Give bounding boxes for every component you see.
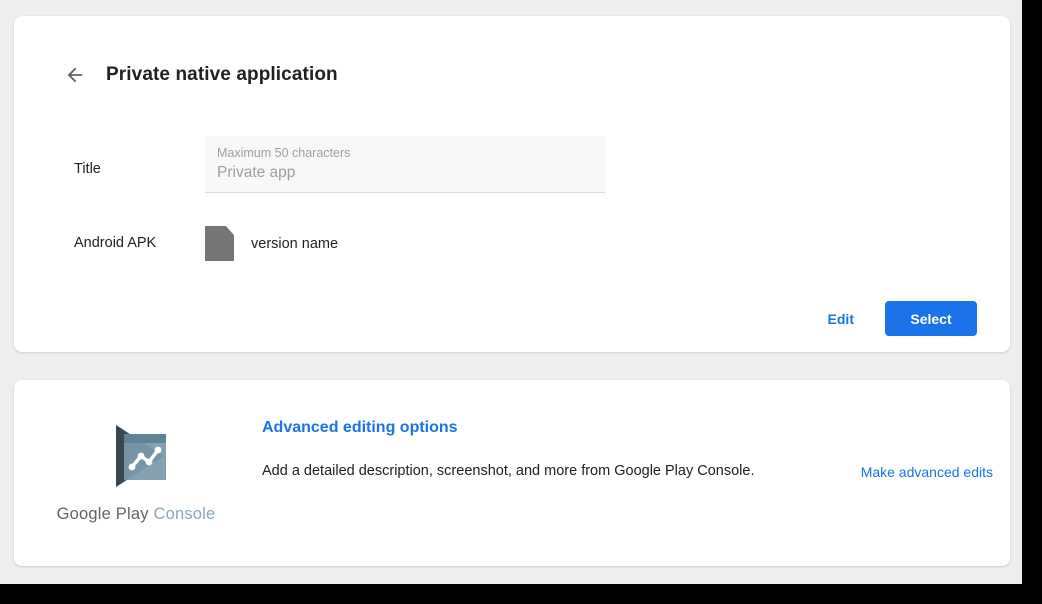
page-title: Private native application — [106, 64, 338, 85]
advanced-text-block: Advanced editing options Add a detailed … — [262, 419, 832, 481]
bottom-black-strip — [0, 584, 1042, 604]
apk-version-name: version name — [251, 235, 339, 252]
advanced-editing-heading[interactable]: Advanced editing options — [262, 419, 458, 437]
card-header: Private native application — [58, 58, 338, 92]
advanced-link-wrapper: Make advanced edits — [861, 464, 993, 482]
arrow-left-icon — [64, 64, 86, 86]
make-advanced-edits-link[interactable]: Make advanced edits — [861, 464, 993, 480]
google-play-console-logo-block: Google Play Console — [38, 412, 234, 524]
app-details-card: Private native application Title Maximum… — [14, 16, 1010, 352]
right-black-strip — [1022, 0, 1042, 604]
wordmark-secondary: Console — [153, 505, 216, 523]
card-actions: Edit Select — [824, 301, 977, 336]
title-input-hint: Maximum 50 characters — [217, 146, 351, 160]
apk-value-group: version name — [205, 226, 338, 261]
field-row-android-apk: Android APK version name — [74, 226, 338, 261]
google-play-console-wordmark: Google Play Console — [57, 505, 216, 524]
title-field-label: Title — [74, 161, 101, 177]
page-canvas: Private native application Title Maximum… — [0, 0, 1022, 584]
edit-button[interactable]: Edit — [824, 305, 858, 333]
advanced-editing-description: Add a detailed description, screenshot, … — [262, 463, 755, 479]
advanced-editing-card: Google Play Console Advanced editing opt… — [14, 380, 1010, 566]
back-button[interactable] — [58, 58, 92, 92]
select-button[interactable]: Select — [885, 301, 977, 336]
apk-field-label: Android APK — [74, 235, 157, 251]
field-row-title: Title Maximum 50 characters Private app — [74, 136, 605, 193]
file-document-icon — [205, 226, 234, 261]
google-play-console-logo-icon — [94, 412, 178, 496]
wordmark-primary: Google Play — [56, 505, 149, 523]
title-input[interactable]: Maximum 50 characters Private app — [205, 136, 605, 193]
title-input-value: Private app — [217, 164, 296, 181]
